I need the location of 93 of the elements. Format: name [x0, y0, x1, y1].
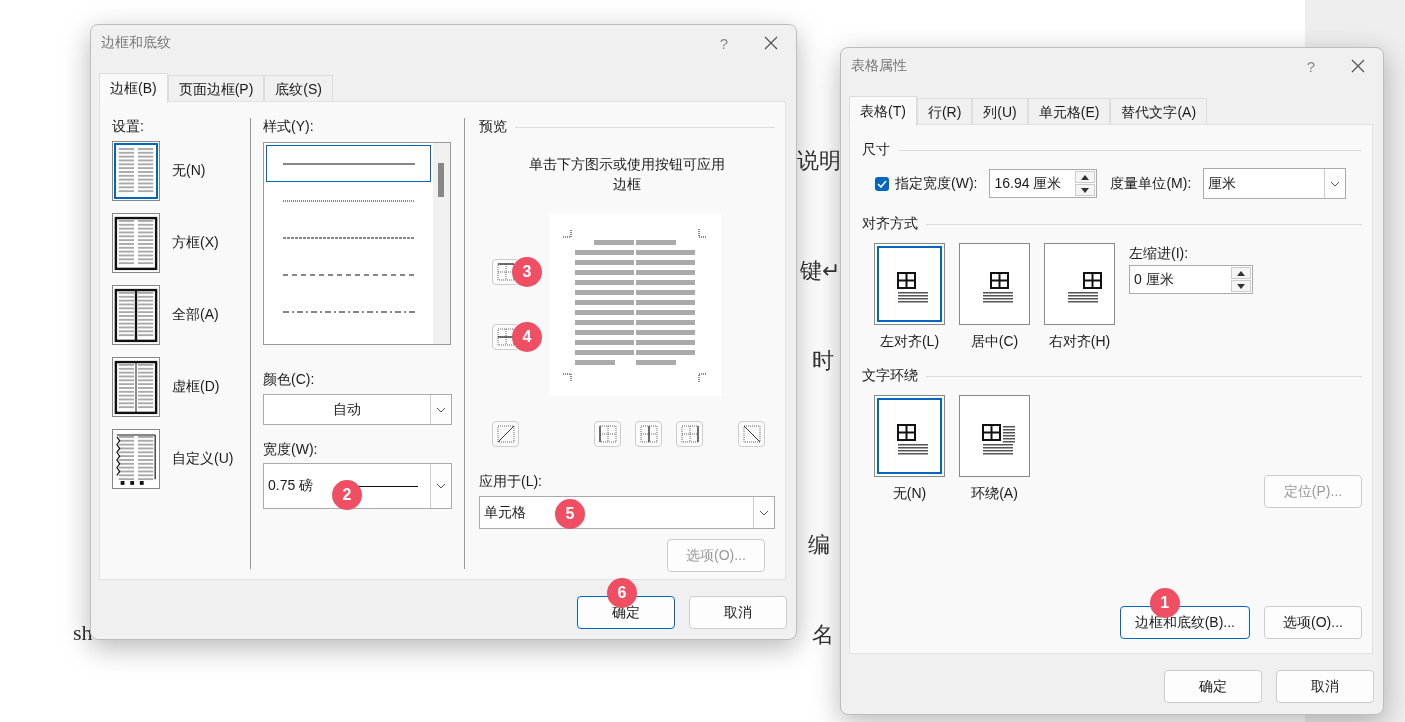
border-toggle-button[interactable] [635, 421, 662, 447]
document-text: sh [73, 620, 93, 646]
preview-hint: 单击下方图示或使用按钮可应用边框 [528, 155, 726, 194]
checkbox-label: 指定宽度(W): [895, 174, 978, 193]
section-heading: 预览 [479, 118, 507, 136]
border-setting-option[interactable] [112, 285, 160, 345]
arrow-up-icon[interactable] [1237, 270, 1245, 276]
grid-border-icon [494, 326, 517, 348]
option-label: 全部(A) [172, 306, 219, 324]
line-sample-icon [282, 236, 415, 239]
border-toggle-button[interactable] [738, 421, 765, 447]
line-sample-icon [282, 273, 415, 276]
tab[interactable]: 表格(T) [849, 96, 917, 126]
diagonal-border-icon [740, 423, 763, 445]
field-label: 应用于(L): [479, 473, 542, 489]
option-label: 左对齐(L) [879, 333, 940, 351]
tab[interactable]: 边框(B) [99, 73, 168, 103]
tab[interactable]: 页面边框(P) [167, 75, 265, 103]
page-border-icon [113, 286, 159, 344]
section-heading: 对齐方式 [862, 215, 918, 233]
border-setting-option[interactable] [112, 213, 160, 273]
document-text: 说明 [797, 147, 841, 175]
field-label: 设置: [112, 118, 144, 134]
field-label: 左缩进(I): [1129, 245, 1190, 263]
dialog-button[interactable]: 选项(O)... [1264, 606, 1362, 639]
arrow-up-icon[interactable] [1081, 174, 1090, 180]
option-label: 右对齐(H) [1048, 333, 1111, 351]
number-field[interactable]: 0 厘米 [1129, 265, 1253, 294]
document-text: 名 [812, 621, 834, 649]
close-icon[interactable] [764, 36, 778, 50]
chevron-down-icon [1330, 180, 1341, 187]
field-label: 颜色(C): [263, 371, 315, 387]
border-toggle-button[interactable] [492, 421, 519, 447]
step-badge: 2 [332, 480, 362, 510]
tab[interactable]: 底纹(S) [264, 75, 333, 103]
option-label: 自定义(U) [172, 450, 234, 468]
chevron-down-icon [759, 509, 769, 516]
window-title: 边框和底纹 [101, 34, 172, 52]
dialog-button[interactable]: 取消 [1276, 670, 1374, 703]
border-setting-option[interactable] [112, 429, 160, 489]
line-sample-icon [282, 162, 415, 165]
grid-border-icon [678, 423, 701, 445]
scrollbar-thumb[interactable] [438, 163, 444, 197]
dialog-button[interactable]: 取消 [689, 596, 787, 629]
section-heading: 文字环绕 [862, 367, 918, 385]
arrow-down-icon[interactable] [1081, 187, 1090, 193]
window-title: 表格属性 [851, 57, 908, 75]
tab[interactable]: 替代文字(A) [1110, 98, 1208, 126]
line-style-item[interactable] [266, 145, 431, 182]
document-text: 时 [812, 347, 834, 375]
line-sample-icon [282, 199, 415, 202]
document-text: 编 [808, 531, 830, 559]
step-badge: 4 [512, 322, 542, 352]
width-dropdown[interactable]: 0.75 磅 2 [263, 463, 452, 509]
checkbox[interactable] [875, 176, 889, 191]
field-label: 度量单位(M): [1110, 174, 1192, 193]
page-border-icon [113, 358, 159, 416]
chevron-down-icon [436, 406, 446, 413]
border-setting-option[interactable] [112, 357, 160, 417]
field-label: 宽度(W): [263, 441, 318, 457]
grid-border-icon [596, 423, 619, 445]
arrow-down-icon[interactable] [1237, 283, 1245, 289]
option-label: 居中(C) [970, 333, 1019, 351]
option-label: 环绕(A) [971, 485, 1018, 503]
tab[interactable]: 列(U) [972, 98, 1028, 126]
page-border-icon [113, 214, 159, 272]
grid-border-icon [494, 261, 517, 283]
layout-option[interactable] [874, 395, 945, 477]
option-label: 虚框(D) [172, 378, 220, 396]
grid-border-icon [637, 423, 660, 445]
document-text: 键↵ [800, 257, 840, 285]
border-toggle-button[interactable] [594, 421, 621, 447]
border-toggle-button[interactable] [676, 421, 703, 447]
section-heading: 尺寸 [862, 141, 890, 159]
dialog-button[interactable]: 确定 [1164, 670, 1262, 703]
chevron-down-icon [436, 483, 446, 489]
layout-option[interactable] [1044, 243, 1115, 325]
layout-option[interactable] [959, 243, 1030, 325]
option-label: 无(N) [172, 162, 206, 180]
number-field[interactable]: 16.94 厘米 [989, 169, 1098, 198]
line-style-list[interactable] [263, 142, 451, 345]
tab[interactable]: 单元格(E) [1027, 98, 1111, 126]
layout-option[interactable] [874, 243, 945, 325]
close-icon[interactable] [1351, 59, 1365, 73]
field-label: 样式(Y): [263, 118, 314, 134]
option-label: 方框(X) [172, 234, 219, 252]
diagonal-border-icon [494, 423, 517, 445]
step-badge: 3 [512, 257, 542, 287]
layout-option[interactable] [959, 395, 1030, 477]
color-dropdown[interactable]: 自动 [263, 394, 452, 425]
option-label: 无(N) [892, 485, 927, 503]
line-sample-icon [282, 310, 415, 313]
unit-dropdown[interactable]: 厘米 [1203, 168, 1347, 199]
